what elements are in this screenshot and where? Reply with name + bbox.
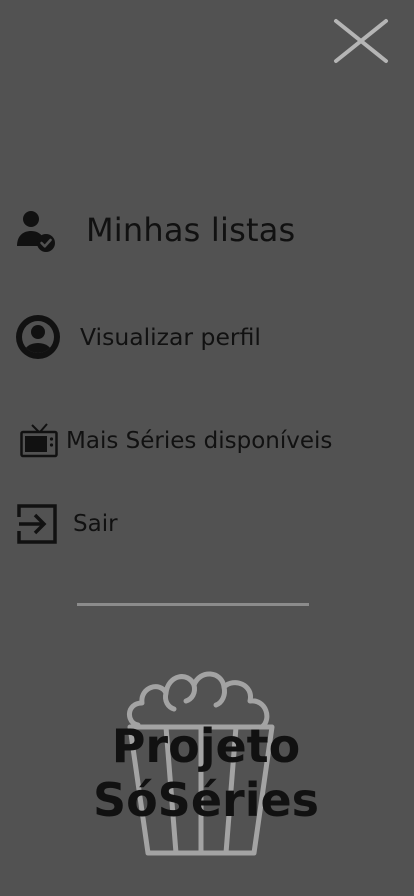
menu-item-label: Visualizar perfil <box>80 323 261 351</box>
user-check-icon <box>17 208 57 252</box>
tv-icon <box>20 423 58 459</box>
menu-item-sair[interactable]: Sair <box>16 503 118 545</box>
menu-item-visualizar-perfil[interactable]: Visualizar perfil <box>16 315 261 359</box>
account-circle-icon <box>16 315 60 359</box>
menu-item-minhas-listas[interactable]: Minhas listas <box>17 208 295 252</box>
menu-item-label: Sair <box>73 511 118 537</box>
logo-text-line2: SóSéries <box>92 773 320 827</box>
menu-item-label: Minhas listas <box>86 211 296 249</box>
logo-text-line1: Projeto <box>111 719 301 773</box>
close-icon <box>334 19 388 63</box>
app-logo: Projeto SóSéries <box>70 660 342 860</box>
close-button[interactable] <box>333 18 389 64</box>
menu-item-label: Mais Séries disponíveis <box>66 428 333 454</box>
exit-icon <box>16 503 58 545</box>
menu-item-mais-series[interactable]: Mais Séries disponíveis <box>20 421 332 461</box>
divider <box>77 603 309 606</box>
